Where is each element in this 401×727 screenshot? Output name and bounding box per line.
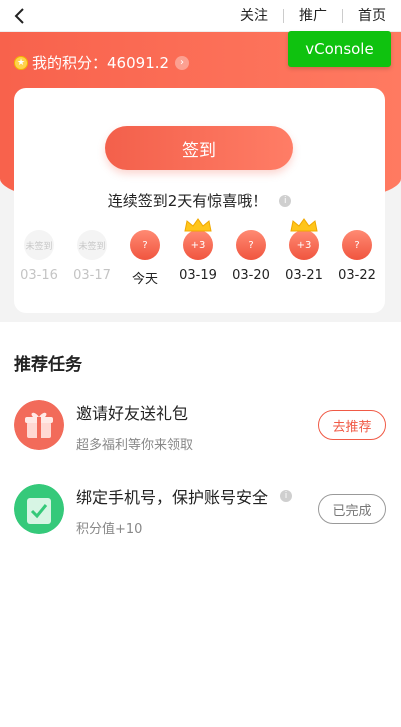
info-icon[interactable]: i <box>279 194 292 207</box>
day-date: 今天 <box>131 272 158 287</box>
task-title-row: 绑定手机号，保护账号安全 i <box>76 484 293 508</box>
signin-calendar: 未签到 03-16 未签到 03-17 ? 今天 +3 03-19 ? 03-2… <box>14 218 385 300</box>
nav-link-home[interactable]: 首页 <box>343 0 401 32</box>
signin-button[interactable]: 签到 <box>105 126 293 170</box>
nav-link-follow[interactable]: 关注 <box>225 0 283 32</box>
day-item: ? 03-22 <box>332 230 382 283</box>
bonus-value: +3 <box>190 239 206 251</box>
day-date: 03-16 <box>20 268 58 283</box>
day-item: ? 今天 <box>120 230 170 287</box>
points-label: 我的积分： <box>32 54 108 72</box>
back-arrow-icon[interactable] <box>10 6 30 26</box>
nav-links: 关注 推广 首页 <box>225 0 401 32</box>
task-title: 绑定手机号，保护账号安全 <box>76 488 269 507</box>
crown-icon <box>290 218 318 232</box>
task-item-bind-phone: 绑定手机号，保护账号安全 i 积分值+10 已完成 <box>14 484 386 544</box>
day-bubble-future: ? <box>236 230 266 260</box>
streak-message: 连续签到2天有惊喜哦！ i <box>14 190 385 211</box>
day-date: 03-17 <box>73 268 111 283</box>
day-bubble-today: ? <box>130 230 160 260</box>
day-bubble-future: ? <box>342 230 372 260</box>
my-points[interactable]: ★ 我的积分： 46091.2 › <box>14 52 190 73</box>
day-item: ? 03-20 <box>226 230 276 283</box>
day-bubble-bonus: +3 <box>289 218 319 260</box>
gift-icon <box>14 400 64 450</box>
day-bubble-missed: 未签到 <box>77 230 107 260</box>
bonus-value: +3 <box>296 239 312 251</box>
top-nav-bar: 关注 推广 首页 <box>0 0 401 32</box>
coin-icon: ★ <box>14 55 28 70</box>
task-item-invite: 邀请好友送礼包 超多福利等你来领取 去推荐 <box>14 400 386 460</box>
nav-link-promote[interactable]: 推广 <box>284 0 342 32</box>
day-date: 03-21 <box>285 268 323 283</box>
day-date: 03-22 <box>338 268 376 283</box>
completed-button: 已完成 <box>318 494 386 524</box>
chevron-right-icon[interactable]: › <box>175 55 190 70</box>
crown-icon <box>184 218 212 232</box>
day-date: 03-19 <box>179 268 217 283</box>
day-bubble-missed: 未签到 <box>24 230 54 260</box>
streak-text: 连续签到2天有惊喜哦！ <box>107 192 268 210</box>
day-bubble-bonus: +3 <box>183 218 213 260</box>
vconsole-button[interactable]: vConsole <box>288 31 391 67</box>
day-item: 未签到 03-17 <box>67 230 117 283</box>
task-subtitle: 积分值+10 <box>76 522 143 537</box>
day-date: 03-20 <box>232 268 270 283</box>
task-subtitle: 超多福利等你来领取 <box>76 438 194 453</box>
day-item: 未签到 03-16 <box>14 230 64 283</box>
task-title: 邀请好友送礼包 <box>76 404 189 423</box>
day-item: +3 03-21 <box>279 218 329 283</box>
recommend-button[interactable]: 去推荐 <box>318 410 386 440</box>
points-value: 46091.2 <box>107 53 170 72</box>
signin-card: 签到 连续签到2天有惊喜哦！ i 未签到 03-16 未签到 03-17 ? 今… <box>14 88 385 313</box>
info-icon[interactable]: i <box>280 490 293 502</box>
day-item: +3 03-19 <box>173 218 223 283</box>
section-title: 推荐任务 <box>14 355 82 375</box>
check-icon <box>14 484 64 534</box>
signin-hero: ★ 我的积分： 46091.2 › 签到 连续签到2天有惊喜哦！ i 未签到 0… <box>0 32 401 322</box>
